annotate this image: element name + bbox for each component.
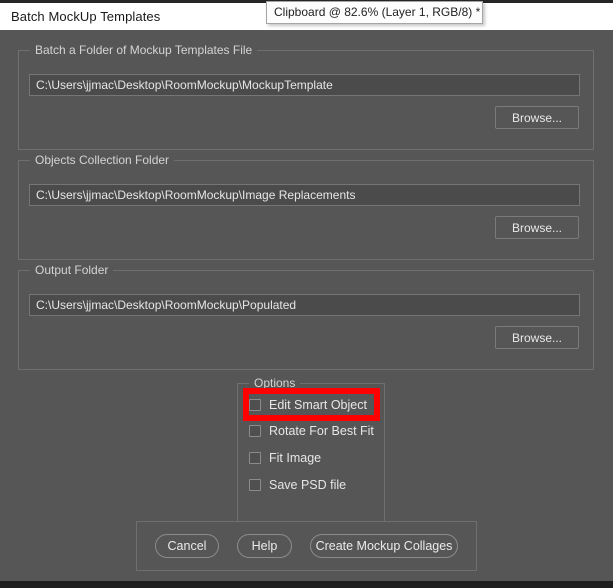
checkbox-row-edit-smart-object[interactable]: Edit Smart Object [249,398,367,412]
window-bottom-edge [0,581,613,588]
clipboard-status-text: Clipboard @ 82.6% (Layer 1, RGB/8) * [274,5,481,19]
checkbox-rotate-for-best-fit[interactable] [249,425,261,437]
application-window: Batch MockUp Templates Clipboard @ 82.6%… [0,0,613,588]
create-mockup-collages-button[interactable]: Create Mockup Collages [310,534,458,558]
checkbox-edit-smart-object[interactable] [249,399,261,411]
group-options-title: Options [249,376,301,390]
group-output: Output Folder [18,263,594,370]
clipboard-status-tooltip: Clipboard @ 82.6% (Layer 1, RGB/8) * [266,1,483,24]
templates-browse-button[interactable]: Browse... [495,106,579,129]
group-templates-title: Batch a Folder of Mockup Templates File [30,43,258,57]
group-output-title: Output Folder [30,263,114,277]
output-browse-button[interactable]: Browse... [495,326,579,349]
checkbox-label-fit-image: Fit Image [269,451,322,465]
checkbox-fit-image[interactable] [249,452,261,464]
objects-path-input[interactable]: C:\Users\jjmac\Desktop\RoomMockup\Image … [29,184,580,206]
checkbox-label-edit-smart-object: Edit Smart Object [269,398,367,412]
templates-path-input[interactable]: C:\Users\jjmac\Desktop\RoomMockup\Mockup… [29,74,580,96]
dialog-body: Batch a Folder of Mockup Templates File … [0,30,613,581]
checkbox-row-rotate-for-best-fit[interactable]: Rotate For Best Fit [249,424,374,438]
checkbox-label-rotate-for-best-fit: Rotate For Best Fit [269,424,374,438]
help-button[interactable]: Help [237,534,292,558]
group-objects: Objects Collection Folder [18,153,594,260]
checkbox-save-psd-file[interactable] [249,479,261,491]
checkbox-label-save-psd-file: Save PSD file [269,478,347,492]
output-path-input[interactable]: C:\Users\jjmac\Desktop\RoomMockup\Popula… [29,294,580,316]
checkbox-row-fit-image[interactable]: Fit Image [249,451,321,465]
group-templates: Batch a Folder of Mockup Templates File [18,43,594,150]
window-title: Batch MockUp Templates [11,9,161,24]
cancel-button[interactable]: Cancel [155,534,219,558]
group-objects-title: Objects Collection Folder [30,153,175,167]
objects-browse-button[interactable]: Browse... [495,216,579,239]
checkbox-row-save-psd-file[interactable]: Save PSD file [249,478,346,492]
